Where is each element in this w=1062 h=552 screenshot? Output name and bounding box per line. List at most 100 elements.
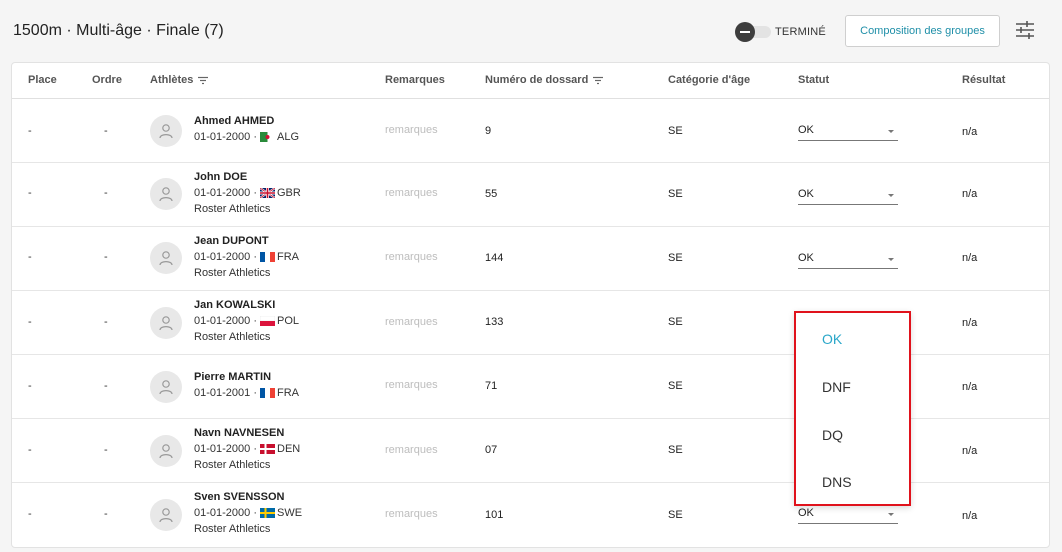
athlete-club: Roster Athletics: [194, 267, 271, 279]
col-bib[interactable]: Numéro de dossard: [485, 74, 604, 86]
status-option-ok[interactable]: OK: [822, 331, 842, 347]
result-cell: n/a: [962, 510, 978, 522]
status-select[interactable]: OK: [798, 504, 898, 524]
order-cell: -: [104, 251, 108, 263]
category-cell: SE: [668, 380, 683, 392]
settings-sliders-icon[interactable]: [1014, 20, 1036, 40]
toggle-switch[interactable]: [735, 22, 771, 42]
status-value: OK: [798, 252, 814, 264]
status-option-dnf[interactable]: DNF: [822, 379, 851, 395]
category-cell: SE: [668, 252, 683, 264]
table-row: - - John DOE 01-01-2000 · GBR Roster Ath…: [12, 163, 1049, 227]
remarks-field[interactable]: remarques: [385, 187, 438, 199]
athlete-club: Roster Athletics: [194, 523, 271, 535]
flag-icon: [260, 316, 275, 326]
flag-icon: [260, 444, 275, 454]
athlete-country: FRA: [277, 251, 299, 263]
person-icon: [159, 251, 173, 266]
status-select[interactable]: OK: [798, 249, 898, 269]
status-value: OK: [798, 507, 814, 519]
athlete-dob: 01-01-2000 ·: [194, 187, 257, 199]
bib-cell: 07: [485, 444, 498, 456]
athlete-country: GBR: [277, 187, 301, 199]
athlete-dob: 01-01-2000 ·: [194, 251, 257, 263]
athlete-info: 01-01-2000 · DEN: [194, 443, 300, 455]
result-cell: n/a: [962, 381, 978, 393]
remarks-field[interactable]: remarques: [385, 379, 438, 391]
athlete-name[interactable]: Jan KOWALSKI: [194, 299, 275, 311]
person-icon: [159, 508, 173, 523]
bib-cell: 133: [485, 316, 504, 328]
athlete-club: Roster Athletics: [194, 331, 271, 343]
athlete-club: Roster Athletics: [194, 203, 271, 215]
col-athletes[interactable]: Athlètes: [150, 74, 209, 86]
avatar: [150, 242, 182, 274]
status-select[interactable]: OK: [798, 185, 898, 205]
avatar: [150, 178, 182, 210]
col-status: Statut: [798, 74, 830, 86]
chevron-down-icon: [888, 130, 894, 133]
col-bib-label: Numéro de dossard: [485, 74, 589, 86]
status-value: OK: [798, 124, 814, 136]
place-cell: -: [28, 380, 32, 392]
result-cell: n/a: [962, 252, 978, 264]
group-composition-button[interactable]: Composition des groupes: [845, 15, 1000, 47]
athlete-name[interactable]: Sven SVENSSON: [194, 491, 284, 503]
athlete-name[interactable]: Navn NAVNESEN: [194, 427, 284, 439]
bib-cell: 71: [485, 380, 498, 392]
athlete-info: 01-01-2000 · GBR: [194, 187, 301, 199]
remarks-field[interactable]: remarques: [385, 444, 438, 456]
bib-cell: 144: [485, 252, 504, 264]
chevron-down-icon: [888, 258, 894, 261]
order-cell: -: [104, 316, 108, 328]
col-remarks: Remarques: [385, 74, 445, 86]
remarks-field[interactable]: remarques: [385, 508, 438, 520]
athlete-country: SWE: [277, 507, 303, 519]
person-icon: [159, 124, 173, 139]
flag-icon: [260, 388, 275, 398]
status-select[interactable]: OK: [798, 121, 898, 141]
flag-icon: [260, 252, 275, 262]
remarks-field[interactable]: remarques: [385, 251, 438, 263]
athlete-info: 01-01-2000 · FRA: [194, 251, 299, 263]
athlete-name[interactable]: Ahmed AHMED: [194, 115, 274, 127]
table-row: - - Jean DUPONT 01-01-2000 · FRA Roster …: [12, 227, 1049, 291]
chevron-down-icon: [888, 513, 894, 516]
athlete-country: ALG: [277, 131, 300, 143]
status-option-dns[interactable]: DNS: [822, 474, 852, 490]
athlete-dob: 01-01-2000 ·: [194, 443, 257, 455]
athlete-name[interactable]: John DOE: [194, 171, 247, 183]
result-cell: n/a: [962, 126, 978, 138]
athlete-club: Roster Athletics: [194, 459, 271, 471]
athlete-name[interactable]: Pierre MARTIN: [194, 371, 271, 383]
order-cell: -: [104, 508, 108, 520]
athlete-info: 01-01-2000 · SWE: [194, 507, 302, 519]
avatar: [150, 435, 182, 467]
flag-icon: [260, 508, 275, 518]
remarks-field[interactable]: remarques: [385, 316, 438, 328]
table-header: Place Ordre Athlètes Remarques Numéro de…: [12, 63, 1049, 99]
athlete-dob: 01-01-2000 ·: [194, 507, 257, 519]
avatar: [150, 307, 182, 339]
category-cell: SE: [668, 444, 683, 456]
toggle-thumb[interactable]: [735, 22, 755, 42]
place-cell: -: [28, 444, 32, 456]
status-option-dq[interactable]: DQ: [822, 427, 843, 443]
athlete-dob: 01-01-2000 ·: [194, 131, 257, 143]
result-cell: n/a: [962, 188, 978, 200]
finished-toggle[interactable]: TERMINÉ: [735, 22, 826, 42]
status-value: OK: [798, 188, 814, 200]
category-cell: SE: [668, 125, 683, 137]
category-cell: SE: [668, 188, 683, 200]
place-cell: -: [28, 251, 32, 263]
order-cell: -: [104, 187, 108, 199]
bib-cell: 9: [485, 125, 492, 137]
athlete-name[interactable]: Jean DUPONT: [194, 235, 269, 247]
remarks-field[interactable]: remarques: [385, 124, 438, 136]
sort-icon[interactable]: [197, 76, 209, 85]
athlete-dob: 01-01-2001 ·: [194, 387, 257, 399]
order-cell: -: [104, 125, 108, 137]
sort-icon[interactable]: [592, 76, 604, 85]
avatar: [150, 499, 182, 531]
category-cell: SE: [668, 316, 683, 328]
